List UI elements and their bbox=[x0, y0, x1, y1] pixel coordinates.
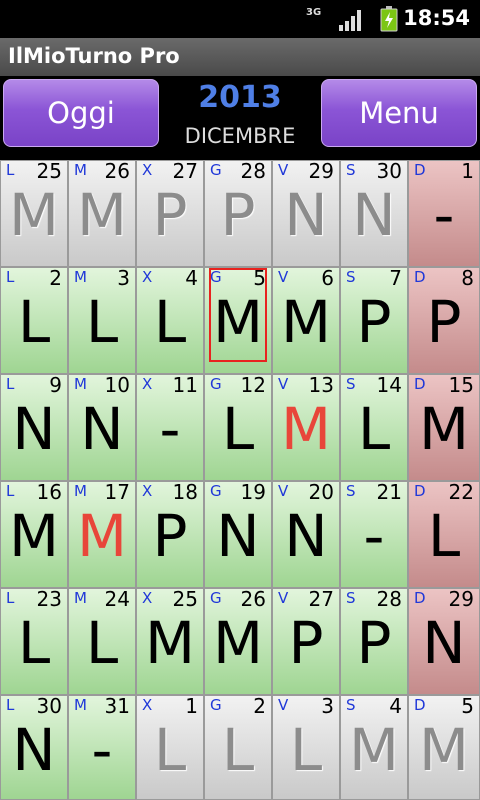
day-cell[interactable]: S 14 L bbox=[340, 374, 408, 481]
day-cell[interactable]: V3L bbox=[272, 695, 340, 800]
day-cell[interactable]: V 27 P bbox=[272, 588, 340, 695]
day-cell[interactable]: X4L bbox=[136, 267, 204, 374]
day-cell[interactable]: G 19 N bbox=[204, 481, 272, 588]
network-type: 3G bbox=[306, 7, 322, 18]
shift-code: M bbox=[280, 288, 332, 356]
day-cell[interactable]: V 20 N bbox=[272, 481, 340, 588]
day-cell[interactable]: D1- bbox=[408, 160, 480, 267]
shift-code: P bbox=[288, 609, 324, 677]
day-cell[interactable]: M3L bbox=[68, 267, 136, 374]
day-cell[interactable]: G2L bbox=[204, 695, 272, 800]
battery-charging-icon bbox=[380, 6, 398, 32]
clock: 18:54 bbox=[403, 6, 470, 30]
day-cell[interactable]: S7P bbox=[340, 267, 408, 374]
day-cell[interactable]: L 30 N bbox=[0, 695, 68, 800]
shift-code: P bbox=[426, 288, 462, 356]
shift-code: L bbox=[85, 288, 119, 356]
day-cell[interactable]: X1L bbox=[136, 695, 204, 800]
day-cell[interactable]: X 25 M bbox=[136, 588, 204, 695]
day-cell[interactable]: M 31- bbox=[68, 695, 136, 800]
today-marker bbox=[209, 268, 267, 362]
menu-button[interactable]: Menu bbox=[321, 79, 477, 147]
calendar-grid: L 25 M M 26 M X 27 P G 28 P V 29 N S 30 N D 1- L 2 L M 3 L X 4 L G 5 M V… bbox=[0, 160, 480, 800]
shift-code: P bbox=[220, 181, 256, 249]
day-cell[interactable]: M 17 M bbox=[68, 481, 136, 588]
day-cell[interactable]: M 24 L bbox=[68, 588, 136, 695]
year-label: 2013 bbox=[198, 80, 282, 115]
shift-code: L bbox=[221, 395, 255, 463]
shift-code: L bbox=[221, 716, 255, 784]
shift-code: N bbox=[284, 502, 328, 570]
day-cell[interactable]: L2L bbox=[0, 267, 68, 374]
shift-code: M bbox=[348, 716, 400, 784]
shift-code: M bbox=[76, 502, 128, 570]
day-cell[interactable]: S 30 N bbox=[340, 160, 408, 267]
shift-code: M bbox=[418, 716, 470, 784]
day-cell[interactable]: D5M bbox=[408, 695, 480, 800]
day-cell[interactable]: L 25 M bbox=[0, 160, 68, 267]
shift-code: P bbox=[356, 288, 392, 356]
shift-code: L bbox=[85, 609, 119, 677]
shift-code: N bbox=[352, 181, 396, 249]
shift-code: L bbox=[17, 609, 51, 677]
shift-code: - bbox=[363, 502, 385, 570]
shift-code: L bbox=[289, 716, 323, 784]
shift-code: - bbox=[433, 181, 455, 249]
shift-code: P bbox=[356, 609, 392, 677]
shift-code: - bbox=[159, 395, 181, 463]
day-cell[interactable]: X 11- bbox=[136, 374, 204, 481]
shift-code: M bbox=[8, 181, 60, 249]
day-cell[interactable]: G5M bbox=[204, 267, 272, 374]
day-cell[interactable]: L9N bbox=[0, 374, 68, 481]
day-cell[interactable]: D8P bbox=[408, 267, 480, 374]
app-title: IlMioTurno Pro bbox=[8, 44, 180, 68]
day-cell[interactable]: V6M bbox=[272, 267, 340, 374]
calendar-header: Oggi 2013 DICEMBRE Menu bbox=[0, 76, 480, 160]
shift-code: - bbox=[91, 716, 113, 784]
day-cell[interactable]: M 26 M bbox=[68, 160, 136, 267]
day-cell[interactable]: D 22 L bbox=[408, 481, 480, 588]
day-cell[interactable]: V 29 N bbox=[272, 160, 340, 267]
shift-code: L bbox=[17, 288, 51, 356]
day-cell[interactable]: X 27 P bbox=[136, 160, 204, 267]
shift-code: M bbox=[144, 609, 196, 677]
day-cell[interactable]: V 13 M bbox=[272, 374, 340, 481]
day-cell[interactable]: S4M bbox=[340, 695, 408, 800]
shift-code: L bbox=[153, 288, 187, 356]
day-cell[interactable]: X 18 P bbox=[136, 481, 204, 588]
day-cell[interactable]: D 29 N bbox=[408, 588, 480, 695]
day-cell[interactable]: L 23 L bbox=[0, 588, 68, 695]
day-cell[interactable]: M 10 N bbox=[68, 374, 136, 481]
day-cell[interactable]: G 26 M bbox=[204, 588, 272, 695]
day-cell[interactable]: S 21- bbox=[340, 481, 408, 588]
shift-code: N bbox=[12, 716, 56, 784]
day-cell[interactable]: G 28 P bbox=[204, 160, 272, 267]
shift-code: M bbox=[418, 395, 470, 463]
shift-code: P bbox=[152, 181, 188, 249]
shift-code: L bbox=[153, 716, 187, 784]
day-cell[interactable]: G 12 L bbox=[204, 374, 272, 481]
shift-code: M bbox=[212, 609, 264, 677]
shift-code: N bbox=[12, 395, 56, 463]
title-bar: IlMioTurno Pro bbox=[0, 38, 480, 76]
shift-code: N bbox=[216, 502, 260, 570]
shift-code: L bbox=[427, 502, 461, 570]
shift-code: P bbox=[152, 502, 188, 570]
day-cell[interactable]: D 15 M bbox=[408, 374, 480, 481]
shift-code: M bbox=[76, 181, 128, 249]
shift-code: N bbox=[80, 395, 124, 463]
day-cell[interactable]: L 16 M bbox=[0, 481, 68, 588]
today-button[interactable]: Oggi bbox=[3, 79, 159, 147]
signal-icon bbox=[339, 10, 361, 31]
shift-code: N bbox=[422, 609, 466, 677]
status-bar: 3G 18:54 bbox=[0, 0, 480, 38]
shift-code: N bbox=[284, 181, 328, 249]
shift-code: L bbox=[357, 395, 391, 463]
month-label: DICEMBRE bbox=[184, 124, 296, 148]
day-cell[interactable]: S 28 P bbox=[340, 588, 408, 695]
shift-code: M bbox=[280, 395, 332, 463]
shift-code: M bbox=[8, 502, 60, 570]
